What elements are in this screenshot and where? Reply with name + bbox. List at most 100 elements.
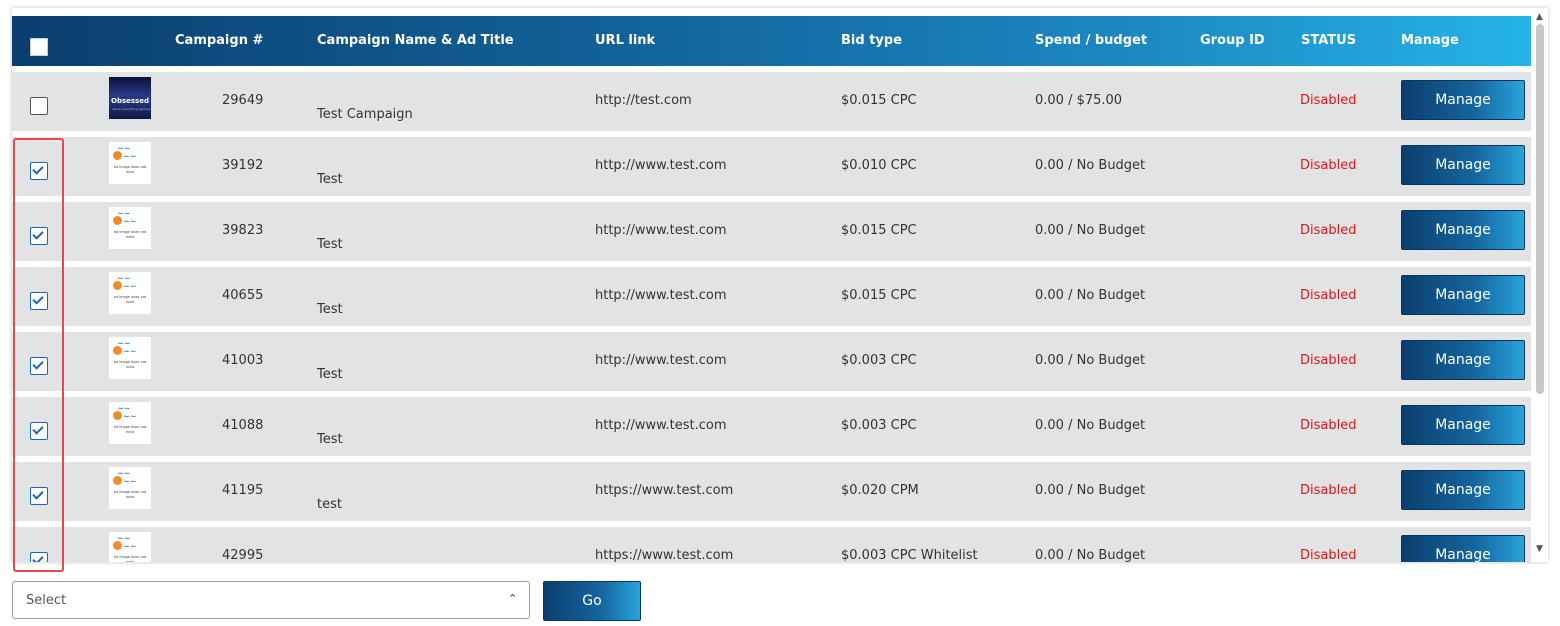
manage-button[interactable]: Manage: [1401, 535, 1525, 562]
manage-button[interactable]: Manage: [1401, 470, 1525, 510]
thumbnail-placeholder-text: ad image does not exist: [113, 425, 147, 434]
checkbox-column-highlight: [13, 138, 64, 572]
bid-type: $0.003 CPC Whitelist: [841, 548, 978, 562]
campaign-name: test: [317, 497, 342, 512]
table-header: Campaign # Campaign Name & Ad Title URL …: [12, 16, 1531, 66]
ad-thumbnail-placeholder[interactable]: ~~ ~~ ad image does not exist: [109, 402, 151, 444]
thumbnail-logo-dot-icon: [113, 151, 122, 160]
table-row: ~~ ~~ ad image does not exist 40655 Test http…: [12, 267, 1531, 326]
thumbnail-placeholder-text: ad image does not exist: [113, 555, 147, 562]
bulk-action-select[interactable]: Select ⌃: [12, 581, 530, 619]
thumbnail-logo-mark-icon: ~~: [123, 477, 137, 486]
url-link: http://www.test.com: [595, 353, 727, 368]
header-status[interactable]: STATUS: [1301, 33, 1356, 48]
thumbnail-tagline: about everything gaming: [112, 107, 151, 111]
manage-button[interactable]: Manage: [1401, 210, 1525, 250]
spend-budget: 0.00 / No Budget: [1035, 418, 1146, 433]
bid-type: $0.003 CPC: [841, 353, 917, 368]
campaign-number: 41088: [222, 418, 264, 433]
table-row: ~~ ~~ ad image does not exist 42995 https://…: [12, 527, 1531, 562]
bid-type: $0.015 CPC: [841, 288, 917, 303]
ad-thumbnail-placeholder[interactable]: ~~ ~~ ad image does not exist: [109, 532, 151, 562]
row-checkbox[interactable]: [30, 97, 48, 115]
scrollbar-thumb[interactable]: [1536, 24, 1544, 394]
status-badge: Disabled: [1300, 93, 1357, 108]
select-all-checkbox[interactable]: [30, 38, 48, 56]
table-row: ~~ ~~ ad image does not exist 41088 Test http…: [12, 397, 1531, 456]
spend-budget: 0.00 / No Budget: [1035, 483, 1146, 498]
campaign-number: 40655: [222, 288, 264, 303]
spend-budget: 0.00 / No Budget: [1035, 158, 1146, 173]
thumbnail-logo-dot-icon: [113, 411, 122, 420]
scroll-down-arrow-icon[interactable]: ▼: [1536, 544, 1543, 554]
manage-button[interactable]: Manage: [1401, 145, 1525, 185]
url-link: http://test.com: [595, 93, 692, 108]
scroll-up-arrow-icon[interactable]: ▲: [1536, 12, 1543, 22]
header-url-link[interactable]: URL link: [595, 33, 655, 48]
thumbnail-logo-dot-icon: [113, 541, 122, 550]
ad-thumbnail-placeholder[interactable]: ~~ ~~ ad image does not exist: [109, 272, 151, 314]
campaign-name: Test: [317, 237, 343, 252]
thumbnail-logo-mark-icon: ~~: [123, 282, 137, 291]
bid-type: $0.020 CPM: [841, 483, 919, 498]
manage-button[interactable]: Manage: [1401, 80, 1525, 120]
spend-budget: 0.00 / No Budget: [1035, 353, 1146, 368]
campaign-number: 42995: [222, 548, 264, 562]
url-link: http://www.test.com: [595, 288, 727, 303]
vertical-scrollbar[interactable]: ▲ ▼: [1532, 8, 1548, 562]
thumbnail-logo-mark-icon: ~~: [123, 542, 137, 551]
campaign-number: 41195: [222, 483, 264, 498]
thumbnail-logo-dot-icon: [113, 216, 122, 225]
campaign-number: 41003: [222, 353, 264, 368]
bid-type: $0.015 CPC: [841, 223, 917, 238]
url-link: https://www.test.com: [595, 483, 734, 498]
campaign-name: Test Campaign: [317, 107, 413, 122]
ad-thumbnail-placeholder[interactable]: ~~ ~~ ad image does not exist: [109, 337, 151, 379]
spend-budget: 0.00 / $75.00: [1035, 93, 1123, 108]
bid-type: $0.003 CPC: [841, 418, 917, 433]
ad-thumbnail[interactable]: Obsessed about everything gaming: [109, 77, 151, 119]
status-badge: Disabled: [1300, 158, 1357, 173]
url-link: https://www.test.com: [595, 548, 734, 562]
status-badge: Disabled: [1300, 353, 1357, 368]
ad-thumbnail-placeholder[interactable]: ~~ ~~ ad image does not exist: [109, 467, 151, 509]
ad-thumbnail-placeholder[interactable]: ~~ ~~ ad image does not exist: [109, 207, 151, 249]
bid-type: $0.010 CPC: [841, 158, 917, 173]
thumbnail-placeholder-text: ad image does not exist: [113, 165, 147, 174]
thumbnail-logo-dot-icon: [113, 281, 122, 290]
thumbnail-logo-text: Obsessed: [111, 97, 149, 105]
thumbnail-logo-dot-icon: [113, 346, 122, 355]
thumbnail-placeholder-text: ad image does not exist: [113, 230, 147, 239]
spend-budget: 0.00 / No Budget: [1035, 288, 1146, 303]
header-group-id[interactable]: Group ID: [1200, 33, 1265, 48]
url-link: http://www.test.com: [595, 223, 727, 238]
status-badge: Disabled: [1300, 483, 1357, 498]
campaign-number: 29649: [222, 93, 264, 108]
manage-button[interactable]: Manage: [1401, 340, 1525, 380]
table-row: ~~ ~~ ad image does not exist 41003 Test http…: [12, 332, 1531, 391]
thumbnail-placeholder-text: ad image does not exist: [113, 295, 147, 304]
url-link: http://www.test.com: [595, 158, 727, 173]
status-badge: Disabled: [1300, 288, 1357, 303]
manage-button[interactable]: Manage: [1401, 405, 1525, 445]
campaign-number: 39192: [222, 158, 264, 173]
thumbnail-placeholder-text: ad image does not exist: [113, 490, 147, 499]
status-badge: Disabled: [1300, 418, 1357, 433]
status-badge: Disabled: [1300, 223, 1357, 238]
campaign-name: Test: [317, 367, 343, 382]
table-row: ~~ ~~ ad image does not exist 39192 Test http…: [12, 137, 1531, 196]
table-row: ~~ ~~ ad image does not exist 41195 test http…: [12, 462, 1531, 521]
ad-thumbnail-placeholder[interactable]: ~~ ~~ ad image does not exist: [109, 142, 151, 184]
spend-budget: 0.00 / No Budget: [1035, 223, 1146, 238]
go-button[interactable]: Go: [543, 581, 641, 621]
campaign-number: 39823: [222, 223, 264, 238]
header-bid-type[interactable]: Bid type: [841, 33, 902, 48]
header-spend-budget[interactable]: Spend / budget: [1035, 33, 1147, 48]
header-campaign-number[interactable]: Campaign #: [175, 33, 263, 48]
thumbnail-logo-dot-icon: [113, 476, 122, 485]
campaign-name: Test: [317, 302, 343, 317]
bulk-action-select-value: Select: [26, 593, 67, 608]
thumbnail-logo-mark-icon: ~~: [123, 347, 137, 356]
header-campaign-name[interactable]: Campaign Name & Ad Title: [317, 33, 514, 48]
manage-button[interactable]: Manage: [1401, 275, 1525, 315]
